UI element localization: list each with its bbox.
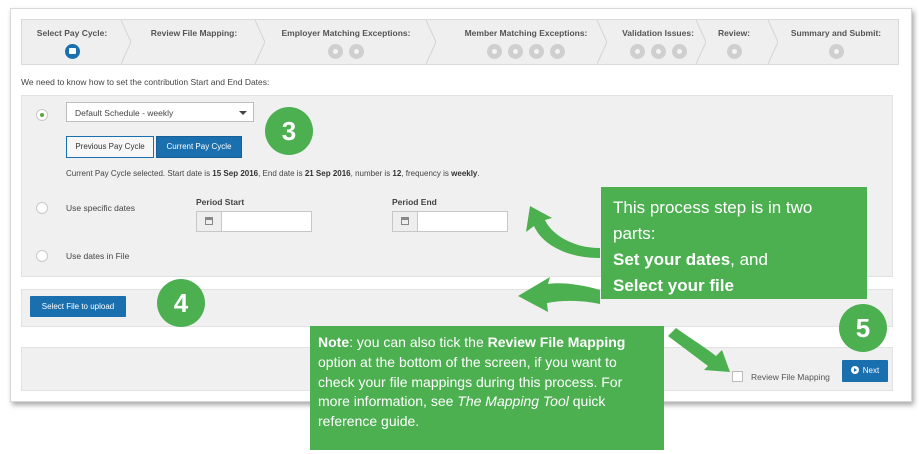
step-summary-submit[interactable]: Summary and Submit: — [780, 20, 892, 64]
period-start-label: Period Start — [196, 197, 245, 207]
intro-text: We need to know how to set the contribut… — [21, 77, 270, 87]
schedule-select-value: Default Schedule - weekly — [75, 108, 174, 118]
step-badge-5: 5 — [839, 304, 887, 352]
current-pay-cycle-button[interactable]: Current Pay Cycle — [156, 136, 242, 158]
step-select-pay-cycle[interactable]: Select Pay Cycle: — [22, 20, 122, 64]
radio-specific-dates[interactable] — [36, 202, 48, 214]
chevron-down-icon — [239, 111, 247, 115]
step-dot-icon — [726, 44, 742, 60]
review-file-mapping-label: Review File Mapping — [751, 372, 830, 382]
step-dot-icon — [529, 44, 544, 60]
step-label: Validation Issues: — [622, 28, 694, 38]
radio-default-schedule[interactable] — [36, 109, 48, 121]
step-dot-icon — [508, 44, 523, 60]
calendar-icon — [64, 44, 80, 60]
step-dot-icon — [671, 44, 687, 60]
step-label: Review File Mapping: — [150, 28, 238, 38]
step-dot-icon — [550, 44, 565, 60]
step-separator — [255, 20, 265, 64]
arrow-right-circle-icon — [850, 366, 859, 374]
step-separator — [768, 20, 778, 64]
step-validation-issues[interactable]: Validation Issues: — [608, 20, 708, 64]
step-label: Summary and Submit: — [790, 28, 882, 38]
step-badge-3: 3 — [265, 107, 313, 155]
step-review-file-mapping[interactable]: Review File Mapping: — [132, 20, 256, 64]
step-separator — [696, 20, 706, 64]
step-dot-icon — [828, 44, 844, 60]
specific-dates-label: Use specific dates — [66, 203, 135, 213]
step-badge-4: 4 — [157, 279, 205, 327]
step-separator — [597, 20, 607, 64]
step-employer-matching[interactable]: Employer Matching Exceptions: — [266, 20, 426, 64]
step-dot-icon — [487, 44, 502, 60]
period-start-field[interactable] — [196, 211, 312, 232]
step-separator — [426, 20, 436, 64]
calendar-icon — [401, 217, 409, 225]
select-file-button[interactable]: Select File to upload — [30, 296, 126, 317]
step-label: Review: — [717, 28, 751, 38]
period-end-field[interactable] — [392, 211, 508, 232]
note-callout: Note: you can also tick the Review File … — [310, 326, 664, 450]
step-member-matching[interactable]: Member Matching Exceptions: — [438, 20, 614, 64]
schedule-select[interactable]: Default Schedule - weekly — [66, 102, 254, 122]
step-review[interactable]: Review: — [708, 20, 760, 64]
step-label: Member Matching Exceptions: — [464, 28, 588, 38]
dates-in-file-label: Use dates in File — [66, 251, 130, 261]
wizard-steps: Select Pay Cycle: Review File Mapping: E… — [21, 19, 899, 65]
next-button[interactable]: Next — [842, 360, 888, 382]
radio-dates-in-file[interactable] — [36, 250, 48, 262]
step-separator — [121, 20, 131, 64]
previous-pay-cycle-button[interactable]: Previous Pay Cycle — [66, 136, 154, 158]
pay-cycle-info: Current Pay Cycle selected. Start date i… — [66, 169, 480, 178]
review-file-mapping-checkbox[interactable] — [732, 371, 743, 382]
calendar-icon — [205, 217, 213, 225]
step-label: Employer Matching Exceptions: — [281, 28, 411, 38]
step-dot-icon — [629, 44, 645, 60]
process-callout: This process step is in two parts: Set y… — [601, 187, 867, 299]
step-dot-icon — [349, 44, 364, 60]
step-dot-icon — [650, 44, 666, 60]
step-label: Select Pay Cycle: — [36, 28, 108, 38]
step-dot-icon — [328, 44, 343, 60]
period-end-label: Period End — [392, 197, 437, 207]
